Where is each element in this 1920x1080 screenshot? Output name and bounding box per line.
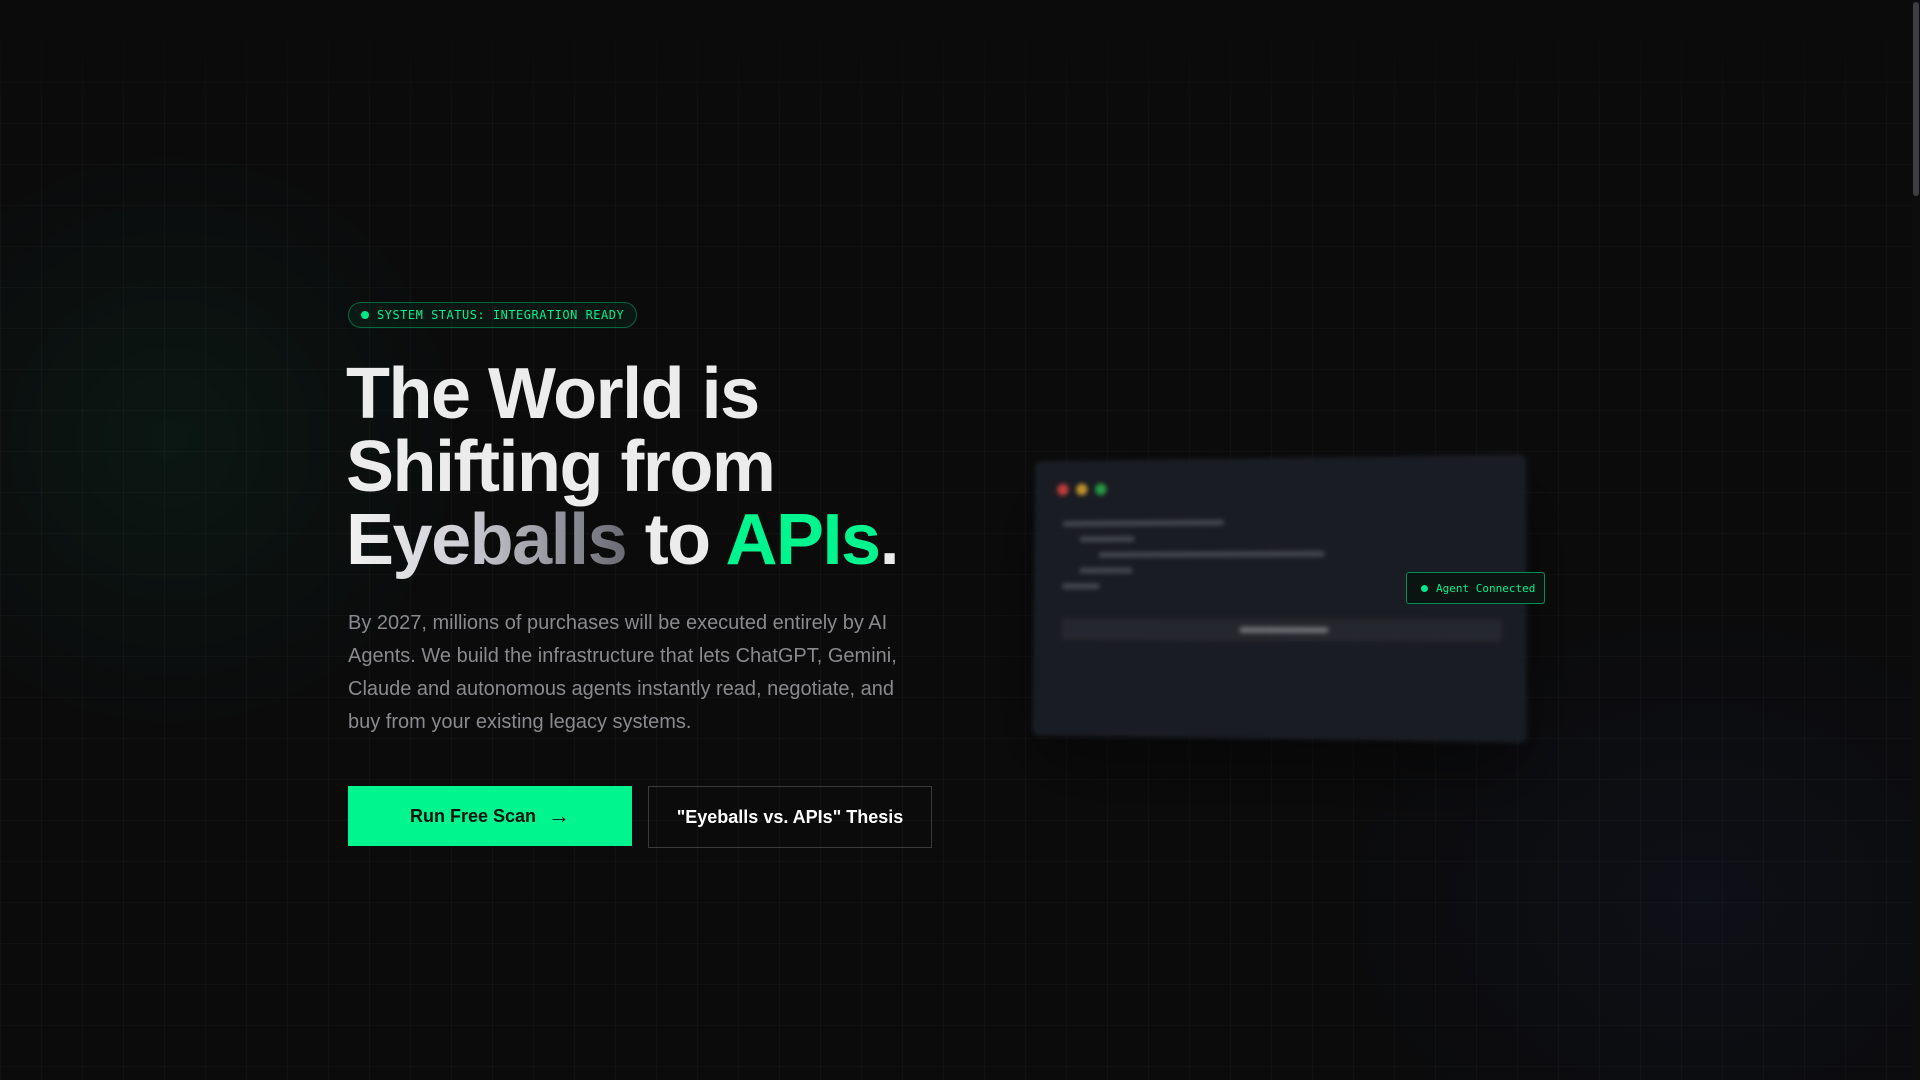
- code-progress-text: [1239, 626, 1329, 634]
- status-badge: SYSTEM STATUS: INTEGRATION READY: [348, 302, 638, 328]
- agent-connected-badge: Agent Connected: [1406, 572, 1545, 604]
- code-line: [1079, 536, 1135, 543]
- headline-line-2: Shifting from: [346, 427, 776, 507]
- arrow-right-icon: →: [548, 803, 571, 828]
- scrollbar-thumb[interactable]: [1913, 2, 1919, 196]
- headline-period: .: [879, 500, 900, 580]
- headline-eyeballs: Eyeballs: [346, 500, 628, 580]
- scrollbar[interactable]: [1912, 0, 1920, 1080]
- page: SYSTEM STATUS: INTEGRATION READY The Wor…: [0, 0, 1920, 1080]
- headline-apis: APIs: [725, 500, 881, 580]
- headline-to: to: [626, 500, 726, 580]
- run-free-scan-button[interactable]: Run Free Scan →: [348, 786, 632, 846]
- hero-description: By 2027, millions of purchases will be e…: [348, 612, 897, 733]
- thesis-label: "Eyeballs vs. APIs" Thesis: [676, 806, 904, 827]
- headline-line-1: The World is: [346, 354, 760, 434]
- status-dot-icon: [361, 311, 369, 319]
- close-dot-icon: [1057, 483, 1069, 496]
- agent-connected-label: Agent Connected: [1436, 581, 1536, 595]
- code-progress-bar: [1061, 618, 1502, 643]
- window-controls: [1057, 483, 1107, 496]
- code-line: [1079, 567, 1133, 574]
- hero-headline: The World is Shifting from Eyeballs to A…: [346, 358, 1046, 577]
- connected-dot-icon: [1421, 584, 1428, 592]
- maximize-dot-icon: [1095, 483, 1107, 496]
- code-line: [1062, 519, 1225, 527]
- thesis-button[interactable]: "Eyeballs vs. APIs" Thesis: [648, 786, 932, 848]
- minimize-dot-icon: [1076, 483, 1088, 496]
- code-line: [1098, 550, 1325, 558]
- run-free-scan-label: Run Free Scan: [409, 805, 537, 826]
- status-text: SYSTEM STATUS: INTEGRATION READY: [377, 308, 625, 322]
- code-line: [1061, 583, 1100, 590]
